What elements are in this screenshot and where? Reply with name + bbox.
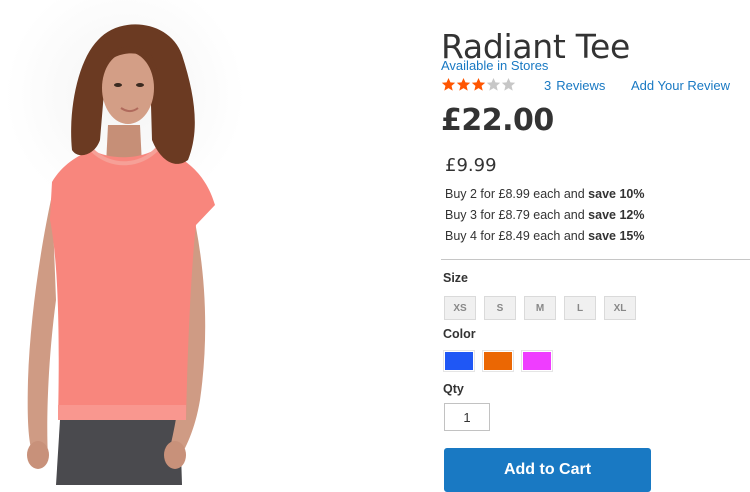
color-swatch-orange[interactable] [482, 350, 514, 372]
size-swatch-s[interactable]: S [484, 296, 516, 320]
size-swatch-l[interactable]: L [564, 296, 596, 320]
star-icon [441, 77, 456, 91]
reviews-link[interactable]: 3 Reviews [544, 78, 605, 93]
tier-price-line: Buy 2 for £8.99 each and save 10% [445, 184, 745, 205]
tier-save: save 12% [588, 208, 645, 222]
availability-link[interactable]: Available in Stores [441, 58, 548, 73]
product-price: £22.00 [441, 103, 554, 138]
size-swatches: XS S M L XL [444, 296, 644, 320]
add-to-cart-button[interactable]: Add to Cart [444, 448, 651, 492]
reviews-count: 3 [544, 78, 552, 93]
qty-input[interactable] [444, 403, 490, 431]
color-label: Color [443, 327, 476, 341]
tier-price-line: Buy 3 for £8.79 each and save 12% [445, 205, 745, 226]
size-swatch-xs[interactable]: XS [444, 296, 476, 320]
special-price: £9.99 [445, 155, 497, 176]
size-swatch-xl[interactable]: XL [604, 296, 636, 320]
color-swatch-blue[interactable] [443, 350, 475, 372]
size-swatch-m[interactable]: M [524, 296, 556, 320]
product-info: Radiant Tee Available in Stores 3 Reviews… [441, 0, 750, 492]
color-swatch-purple[interactable] [521, 350, 553, 372]
add-review-link[interactable]: Add Your Review [631, 78, 730, 93]
product-photo-icon [5, 0, 245, 485]
qty-label: Qty [443, 382, 464, 396]
star-icon [501, 77, 516, 91]
star-icon [486, 77, 501, 91]
tier-save: save 15% [588, 229, 645, 243]
reviews-label: Reviews [556, 78, 606, 93]
product-image[interactable] [0, 0, 270, 485]
star-icon [456, 77, 471, 91]
size-label: Size [443, 271, 469, 285]
color-swatches [443, 350, 561, 372]
divider [441, 259, 750, 260]
tier-pricing: £9.99 Buy 2 for £8.99 each and save 10% … [445, 155, 745, 247]
tier-text: Buy 4 for £8.49 each and [445, 229, 585, 243]
tier-price-line: Buy 4 for £8.49 each and save 15% [445, 226, 745, 247]
tier-text: Buy 3 for £8.79 each and [445, 208, 585, 222]
rating-stars [441, 77, 516, 92]
tier-text: Buy 2 for £8.99 each and [445, 187, 585, 201]
tier-save: save 10% [588, 187, 645, 201]
rating-summary: 3 Reviews Add Your Review [441, 77, 750, 95]
star-icon [471, 77, 486, 91]
